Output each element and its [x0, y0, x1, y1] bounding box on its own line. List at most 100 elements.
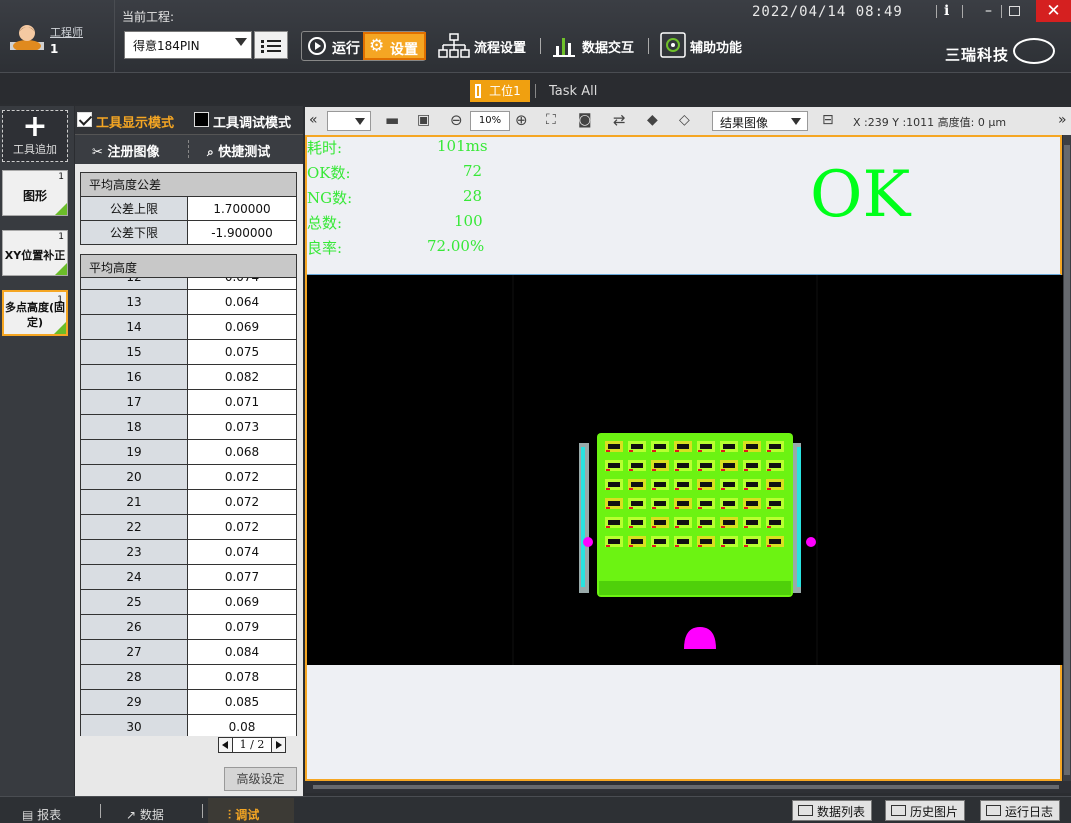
- time-value: 101ms: [437, 137, 488, 155]
- camera-icon[interactable]: ◙: [578, 111, 592, 129]
- swap-icon[interactable]: ⇄: [613, 111, 626, 129]
- run-settings-toggle: 运行 ⚙ 设置: [301, 31, 426, 61]
- user-box[interactable]: 工程师 1: [0, 0, 115, 72]
- row-value: 0.084: [188, 640, 296, 664]
- run-button[interactable]: 运行: [302, 32, 362, 60]
- tool-label: XY位置补正: [4, 249, 66, 262]
- row-index: 30: [81, 715, 188, 736]
- row-index: 22: [81, 515, 188, 539]
- list-item[interactable]: 13 0.064: [80, 290, 297, 315]
- vertical-scrollbar[interactable]: [1063, 135, 1071, 783]
- run-log-button[interactable]: 运行日志: [980, 800, 1061, 821]
- log-icon: [986, 805, 1001, 816]
- row-index: 25: [81, 590, 188, 614]
- minimize-icon[interactable]: –: [985, 3, 992, 19]
- pager: 1 / 2: [218, 737, 286, 753]
- expand-right-icon[interactable]: »: [1058, 112, 1067, 128]
- tab-task-all[interactable]: Task All: [549, 84, 597, 99]
- list-item[interactable]: 20 0.072: [80, 465, 297, 490]
- run-label: 运行: [332, 41, 360, 57]
- add-tool-button[interactable]: + 工具追加: [2, 110, 68, 162]
- list-item[interactable]: 17 0.071: [80, 390, 297, 415]
- upper-limit-value[interactable]: 1.700000: [187, 196, 297, 221]
- list-item[interactable]: 19 0.068: [80, 440, 297, 465]
- list-item[interactable]: 21 0.072: [80, 490, 297, 515]
- tab-report[interactable]: ▤ 报表: [22, 806, 61, 823]
- report-icon: ▤: [22, 808, 38, 822]
- advanced-settings-button[interactable]: 高级设定: [224, 767, 297, 791]
- zoom-out-icon[interactable]: ⊖: [450, 111, 463, 129]
- list-item[interactable]: 23 0.074: [80, 540, 297, 565]
- tool-corner-icon: [55, 263, 67, 275]
- history-images-button[interactable]: 历史图片: [885, 800, 966, 821]
- measure-icon[interactable]: ⊟: [822, 111, 834, 129]
- list-item[interactable]: 30 0.08: [80, 715, 297, 736]
- list-item[interactable]: 16 0.082: [80, 365, 297, 390]
- tool-item-xy-correction[interactable]: 1 XY位置补正: [2, 230, 68, 276]
- lower-limit-value[interactable]: -1.900000: [187, 220, 297, 245]
- quick-test-button[interactable]: ⌕ 快捷测试: [207, 141, 270, 160]
- user-avatar-icon: [10, 25, 44, 50]
- data-exchange-menu[interactable]: 数据交互: [582, 37, 634, 56]
- collapse-left-icon[interactable]: «: [309, 112, 318, 128]
- prev-page-icon[interactable]: [218, 737, 233, 753]
- list-item[interactable]: 14 0.069: [80, 315, 297, 340]
- list-item[interactable]: 27 0.084: [80, 640, 297, 665]
- tool-item-multipoint-height[interactable]: 1 多点高度(固定): [2, 290, 68, 336]
- result-image[interactable]: [307, 275, 1063, 665]
- row-index: 17: [81, 390, 188, 414]
- maximize-icon[interactable]: [1009, 6, 1020, 16]
- result-select-value: 结果图像: [720, 116, 769, 130]
- register-image-label: 注册图像: [107, 145, 160, 160]
- project-list-button[interactable]: [254, 31, 288, 59]
- row-value: 0.064: [188, 290, 296, 314]
- aux-function-menu[interactable]: 辅助功能: [690, 37, 742, 56]
- project-select[interactable]: 得意184PIN: [124, 31, 252, 59]
- zoom-field[interactable]: 10%: [470, 111, 510, 131]
- 3d-view-icon[interactable]: ◇: [679, 111, 690, 129]
- avg-height-list[interactable]: 平均高度 120.074130.064140.069150.075160.082…: [80, 254, 297, 736]
- camera-select[interactable]: [327, 111, 371, 131]
- display-mode-label[interactable]: 工具显示模式: [96, 112, 174, 131]
- row-value: 0.075: [188, 340, 296, 364]
- register-image-button[interactable]: ✂ 注册图像: [92, 141, 159, 160]
- display-mode-checkbox[interactable]: [77, 112, 92, 127]
- lower-limit-label: 公差下限: [80, 220, 188, 245]
- settings-label: 设置: [390, 42, 418, 58]
- history-images-label: 历史图片: [910, 805, 959, 819]
- tab-debug[interactable]: ⫶ 调试: [228, 806, 259, 823]
- list-item[interactable]: 22 0.072: [80, 515, 297, 540]
- data-list-button[interactable]: 数据列表: [792, 800, 873, 821]
- debug-mode-label[interactable]: 工具调试模式: [213, 112, 291, 131]
- zoom-in-icon[interactable]: ⊕: [515, 111, 528, 129]
- ng-count-label: NG数:: [307, 189, 353, 207]
- fit-screen-icon[interactable]: ⛶: [546, 111, 556, 129]
- user-role[interactable]: 工程师: [50, 24, 83, 40]
- list-item[interactable]: 25 0.069: [80, 590, 297, 615]
- save-icon[interactable]: ▣: [417, 111, 430, 129]
- divider: [202, 804, 203, 818]
- tool-item-shape[interactable]: 1 图形: [2, 170, 68, 216]
- next-page-icon[interactable]: [271, 737, 286, 753]
- list-item[interactable]: 15 0.075: [80, 340, 297, 365]
- horizontal-scrollbar[interactable]: [305, 781, 1071, 793]
- cube-icon[interactable]: ◆: [647, 111, 658, 129]
- tab-data[interactable]: ↗ 数据: [126, 806, 164, 823]
- settings-button[interactable]: ⚙ 设置: [363, 32, 426, 60]
- gear-icon: ⚙: [369, 36, 385, 56]
- list-item[interactable]: 26 0.079: [80, 615, 297, 640]
- result-image-select[interactable]: 结果图像: [712, 111, 808, 131]
- row-value: 0.069: [188, 315, 296, 339]
- list-item[interactable]: 29 0.085: [80, 690, 297, 715]
- list-item[interactable]: 18 0.073: [80, 415, 297, 440]
- flow-settings-menu[interactable]: 流程设置: [474, 37, 526, 56]
- info-icon[interactable]: i: [944, 3, 949, 19]
- list-item[interactable]: 24 0.077: [80, 565, 297, 590]
- tab-station-1[interactable]: 工位1: [470, 80, 530, 102]
- folder-icon[interactable]: ▬: [385, 111, 399, 129]
- close-icon[interactable]: ✕: [1036, 0, 1071, 22]
- image-icon: [891, 805, 906, 816]
- row-value: 0.068: [188, 440, 296, 464]
- debug-mode-checkbox[interactable]: [194, 112, 209, 127]
- list-item[interactable]: 28 0.078: [80, 665, 297, 690]
